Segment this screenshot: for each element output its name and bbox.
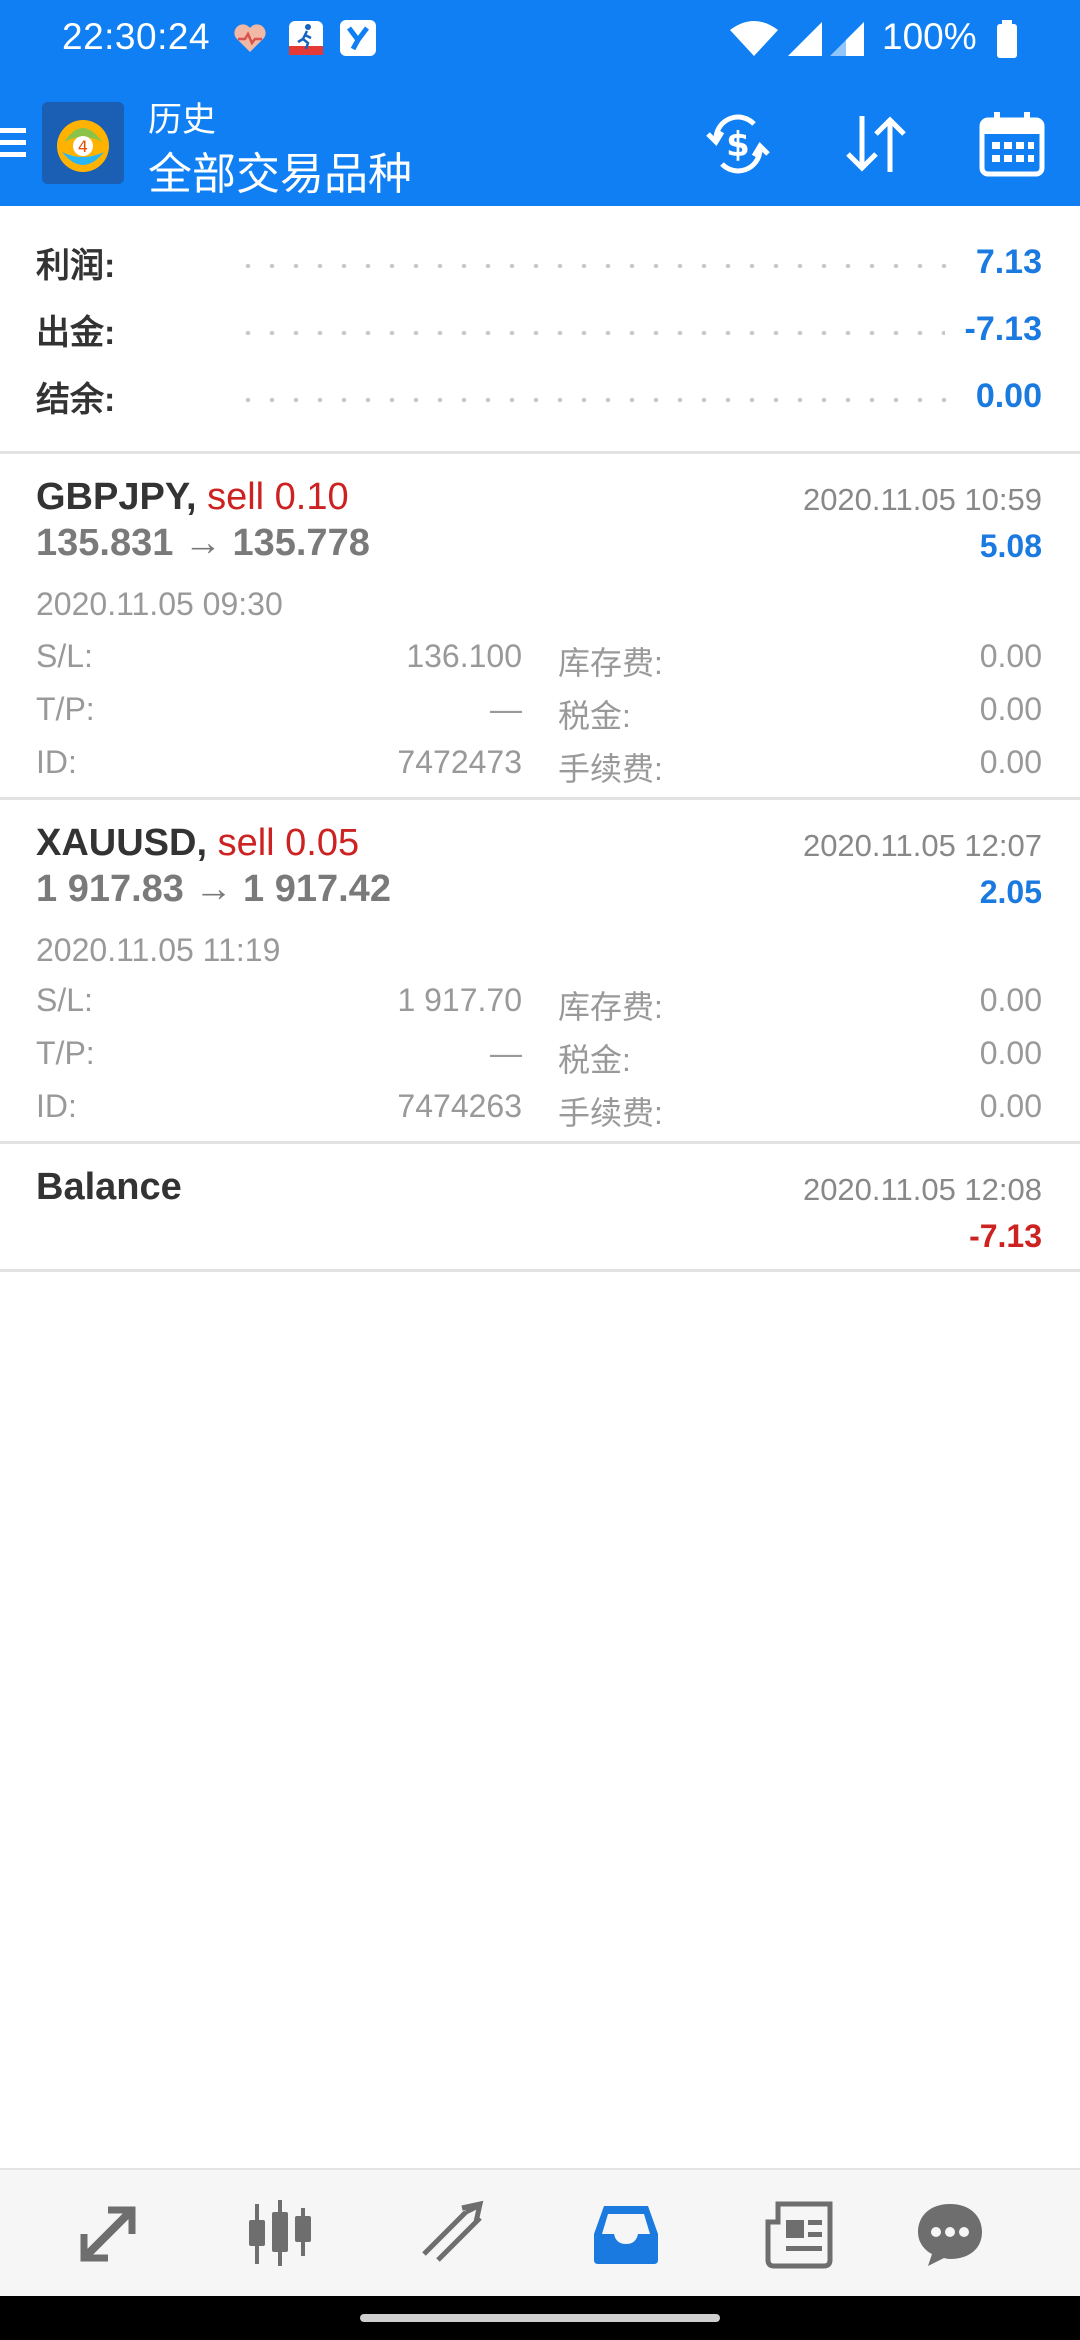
dotted-leader — [236, 264, 956, 268]
deal-close-time: 2020.11.05 12:07 — [802, 828, 1042, 863]
tp-label: T/P: — [36, 691, 95, 727]
fee-label: 手续费: — [558, 751, 663, 787]
swap-value: 0.00 — [979, 982, 1042, 1018]
swap-label: 库存费: — [558, 989, 663, 1025]
swap-label: 库存费: — [558, 645, 663, 681]
deal-symbol: XAUUSD, sell 0.05 — [36, 822, 359, 865]
svg-text:4: 4 — [78, 137, 88, 156]
sl-value: 136.100 — [406, 638, 522, 674]
deal-symbol: GBPJPY, sell 0.10 — [36, 476, 349, 519]
fee-label: 手续费: — [558, 1095, 663, 1131]
deal-open-time: 2020.11.05 11:19 — [36, 932, 281, 968]
tp-value: — — [490, 1035, 522, 1071]
quotes-icon[interactable] — [68, 2194, 148, 2274]
summary-row-withdrawal: 出金: -7.13 — [36, 299, 1042, 359]
summary-value: -7.13 — [964, 309, 1043, 348]
fee-value: 0.00 — [979, 1088, 1042, 1124]
deal-item[interactable]: XAUUSD, sell 0.05 1 917.83 → 1 917.42 20… — [0, 800, 1080, 1144]
sort-icon[interactable] — [840, 108, 912, 180]
signal-icon — [828, 18, 868, 58]
gesture-bar — [0, 2296, 1080, 2340]
deal-close-time: 2020.11.05 10:59 — [802, 482, 1042, 517]
tp-label: T/P: — [36, 1035, 95, 1071]
calendar-icon[interactable] — [976, 108, 1048, 180]
news-icon[interactable] — [760, 2194, 840, 2274]
symbol-name: XAUUSD, — [36, 822, 208, 864]
walk-app-icon — [286, 18, 326, 58]
status-bar: 22:30:24 100% — [0, 0, 1080, 80]
tp-value: — — [490, 691, 522, 727]
deal-prices: 1 917.83 → 1 917.42 — [36, 868, 391, 910]
chat-icon[interactable] — [910, 2194, 990, 2274]
tax-label: 税金: — [558, 1042, 631, 1078]
dotted-leader — [236, 398, 956, 402]
tax-value: 0.00 — [979, 691, 1042, 727]
home-indicator[interactable] — [360, 2314, 720, 2322]
id-label: ID: — [36, 1088, 77, 1124]
summary-label: 出金: — [36, 313, 116, 352]
balance-time: 2020.11.05 12:08 — [802, 1172, 1042, 1207]
header-subtitle: 历史 — [148, 101, 216, 139]
menu-icon[interactable] — [0, 124, 26, 162]
balance-label: Balance — [36, 1166, 182, 1208]
summary-row-balance: 结余: 0.00 — [36, 366, 1042, 426]
id-value: 7472473 — [397, 744, 522, 780]
deal-profit: 2.05 — [979, 874, 1042, 910]
deal-prices: 135.831 → 135.778 — [36, 522, 370, 564]
deal-open-time: 2020.11.05 09:30 — [36, 586, 283, 622]
deal-item[interactable]: GBPJPY, sell 0.10 135.831 → 135.778 2020… — [0, 454, 1080, 800]
status-time: 22:30:24 — [62, 16, 211, 57]
history-summary: 利润: 7.13 出金: -7.13 结余: 0.00 — [0, 206, 1080, 454]
summary-value: 0.00 — [975, 376, 1042, 415]
summary-label: 利润: — [36, 246, 116, 285]
deal-profit: 5.08 — [979, 528, 1042, 564]
balance-item[interactable]: Balance 2020.11.05 12:08 -7.13 — [0, 1144, 1080, 1272]
app-top-bar: 22:30:24 100% 4 历史 全部交易品种 $ — [0, 0, 1080, 206]
app-logo-icon[interactable]: 4 — [42, 102, 124, 184]
sl-label: S/L: — [36, 982, 93, 1018]
id-label: ID: — [36, 744, 77, 780]
wifi-icon — [728, 18, 780, 58]
balance-value: -7.13 — [969, 1218, 1042, 1254]
sl-label: S/L: — [36, 638, 93, 674]
summary-value: 7.13 — [975, 242, 1042, 281]
chart-icon[interactable] — [240, 2194, 320, 2274]
fee-value: 0.00 — [979, 744, 1042, 780]
symbol-name: GBPJPY, — [36, 476, 197, 518]
header-title[interactable]: 全部交易品种 — [148, 138, 412, 202]
deal-type: sell 0.05 — [217, 822, 360, 864]
history-icon[interactable] — [586, 2194, 666, 2274]
deal-type: sell 0.10 — [207, 476, 349, 518]
svg-text:$: $ — [726, 125, 750, 165]
tax-value: 0.00 — [979, 1035, 1042, 1071]
currency-exchange-icon[interactable]: $ — [702, 108, 774, 180]
summary-label: 结余: — [36, 380, 116, 419]
battery-icon — [994, 18, 1020, 58]
id-value: 7474263 — [397, 1088, 522, 1124]
swap-value: 0.00 — [979, 638, 1042, 674]
app-header: 4 历史 全部交易品种 $ — [0, 80, 1080, 206]
battery-percent: 100% — [882, 16, 977, 57]
heart-icon — [230, 18, 270, 58]
sl-value: 1 917.70 — [397, 982, 522, 1018]
dotted-leader — [236, 331, 945, 335]
y-app-icon — [338, 18, 378, 58]
bottom-navigation — [0, 2168, 1080, 2296]
signal-icon — [786, 18, 826, 58]
trade-icon[interactable] — [412, 2194, 492, 2274]
summary-row-profit: 利润: 7.13 — [36, 232, 1042, 292]
tax-label: 税金: — [558, 698, 631, 734]
